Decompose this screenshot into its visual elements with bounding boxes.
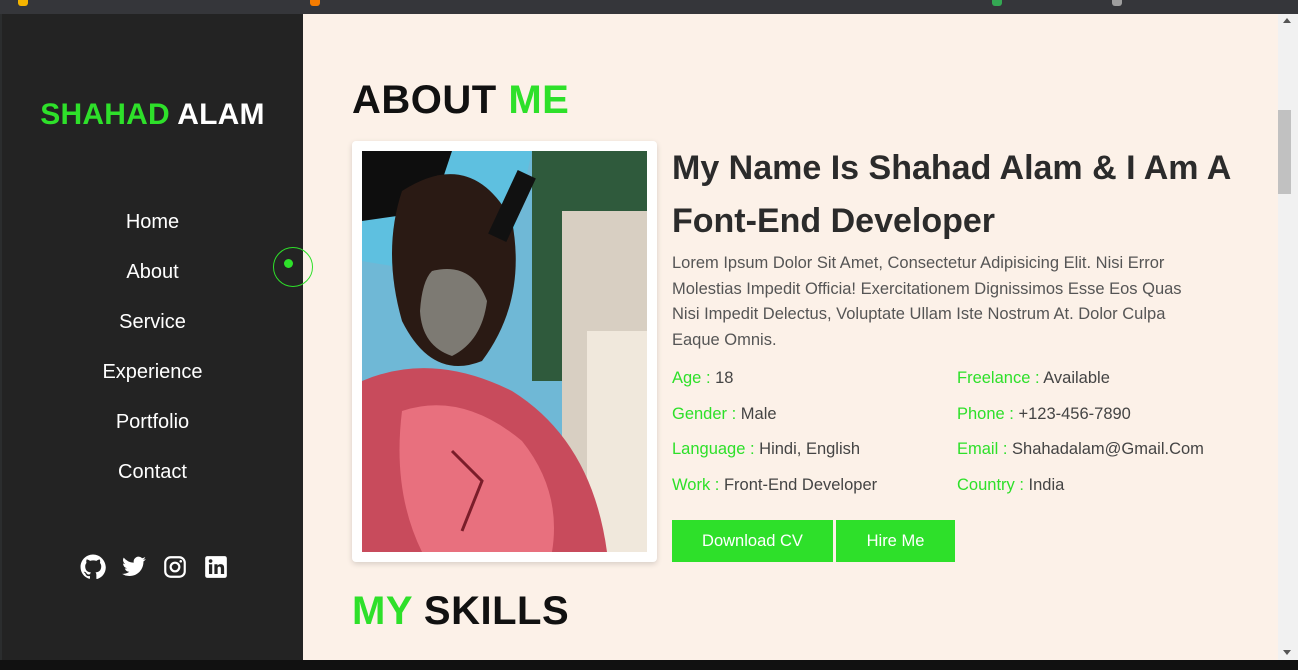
info-gender: Gender : Male <box>672 405 957 425</box>
info-freelance: Freelance : Available <box>957 369 1242 389</box>
skills-heading: MY SKILLS <box>352 589 569 634</box>
info-value: +123-456-7890 <box>1018 404 1131 423</box>
nav-item-about[interactable]: About <box>2 257 303 307</box>
info-work: Work : Front-End Developer <box>672 476 957 496</box>
info-country: Country : India <box>957 476 1242 496</box>
intro-title: My Name Is Shahad Alam & I Am A Font-End… <box>672 149 1230 240</box>
info-value: Shahadalam@Gmail.Com <box>1012 440 1204 458</box>
scrollbar-thumb[interactable] <box>1278 110 1291 194</box>
tab-favicon <box>992 0 1002 6</box>
about-heading-main: ABOUT <box>352 78 509 122</box>
info-key: Language : <box>672 440 760 458</box>
info-key: Freelance : <box>957 369 1044 387</box>
profile-photo <box>362 151 647 552</box>
instagram-icon[interactable] <box>162 554 188 580</box>
about-heading: ABOUT ME <box>352 78 569 123</box>
info-value: Available <box>1043 369 1110 387</box>
info-language: Language : Hindi, English <box>672 440 957 460</box>
info-key: Work : <box>672 475 724 494</box>
scroll-up-arrow-icon[interactable] <box>1283 18 1291 23</box>
logo-last-name: ALAM <box>169 98 265 131</box>
sidebar: SHAHAD ALAM Home About Service Experienc… <box>2 14 303 660</box>
tab-favicon <box>310 0 320 6</box>
custom-cursor-dot <box>284 259 293 268</box>
twitter-icon[interactable] <box>121 554 147 580</box>
tab-favicon <box>1112 0 1122 6</box>
download-cv-button[interactable]: Download CV <box>672 520 833 562</box>
page-scrollbar[interactable] <box>1278 14 1298 660</box>
skills-heading-main: SKILLS <box>412 589 570 633</box>
scroll-down-arrow-icon[interactable] <box>1283 650 1291 655</box>
info-value: Front-End Developer <box>723 475 878 494</box>
site-logo[interactable]: SHAHAD ALAM <box>2 98 303 132</box>
about-actions: Download CV Hire Me <box>672 520 955 562</box>
info-email: Email : Shahadalam@Gmail.Com <box>957 440 1242 460</box>
bottom-strip <box>0 660 1298 670</box>
info-value: Male <box>740 404 777 423</box>
nav-item-service[interactable]: Service <box>2 307 303 357</box>
info-key: Email : <box>957 440 1013 458</box>
info-key: Country : <box>957 475 1029 494</box>
main-nav: Home About Service Experience Portfolio … <box>2 207 303 507</box>
about-section: ABOUT ME My Name Is Shahad Alam & I Am A… <box>303 14 1278 660</box>
info-key: Gender : <box>672 404 741 423</box>
profile-photo-card <box>352 141 657 562</box>
info-value: India <box>1028 475 1065 494</box>
browser-top-strip <box>0 0 1298 14</box>
nav-item-home[interactable]: Home <box>2 207 303 257</box>
info-age: Age : 18 <box>672 369 957 389</box>
personal-info-grid: Age : 18 Freelance : Available Gender : … <box>672 369 1242 495</box>
info-phone: Phone : +123-456-7890 <box>957 405 1242 425</box>
nav-item-contact[interactable]: Contact <box>2 457 303 507</box>
skills-heading-accent: MY <box>352 589 413 633</box>
about-heading-accent: ME <box>508 78 570 122</box>
nav-item-portfolio[interactable]: Portfolio <box>2 407 303 457</box>
nav-item-experience[interactable]: Experience <box>2 357 303 407</box>
info-value: 18 <box>715 369 734 387</box>
intro-description: Lorem Ipsum Dolor Sit Amet, Consectetur … <box>672 254 1182 349</box>
info-key: Age : <box>672 369 716 387</box>
tab-favicon <box>18 0 28 6</box>
logo-first-name: SHAHAD <box>40 98 170 131</box>
page-viewport: SHAHAD ALAM Home About Service Experienc… <box>2 14 1278 660</box>
linkedin-icon[interactable] <box>203 554 229 580</box>
info-key: Phone : <box>957 404 1019 423</box>
info-value: Hindi, English <box>759 440 861 458</box>
hire-me-button[interactable]: Hire Me <box>836 520 955 562</box>
social-links <box>80 554 229 580</box>
github-icon[interactable] <box>80 554 106 580</box>
